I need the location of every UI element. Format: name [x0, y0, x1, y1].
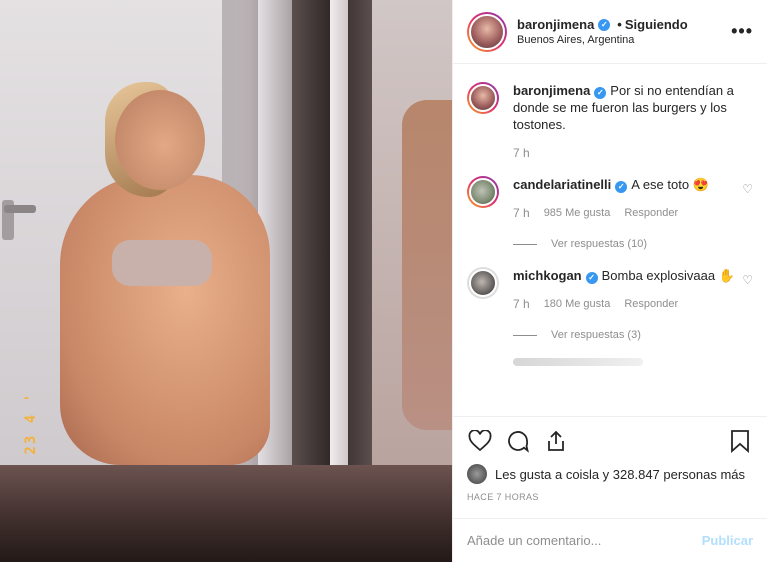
author-avatar[interactable]: [467, 11, 507, 52]
more-options-icon[interactable]: •••: [731, 21, 753, 42]
door-handle: [4, 205, 36, 213]
author-username[interactable]: baronjimena: [517, 17, 594, 32]
comment-input[interactable]: [467, 533, 702, 548]
view-replies-button[interactable]: Ver respuestas (10): [513, 236, 753, 253]
share-icon[interactable]: [543, 428, 569, 454]
post-location[interactable]: Buenos Aires, Argentina: [517, 34, 731, 46]
post-comment-button[interactable]: Publicar: [702, 533, 753, 548]
post-side-panel: baronjimena ✓ • Siguiendo Buenos Aires, …: [452, 0, 767, 562]
comment-like-heart-icon[interactable]: ♡: [742, 182, 753, 196]
liker-avatar: [467, 464, 487, 484]
comment-likes[interactable]: 985 Me gusta: [544, 205, 611, 222]
view-replies-label: Ver respuestas (3): [551, 329, 641, 341]
comment-time[interactable]: 7 h: [513, 205, 530, 222]
reply-button[interactable]: Responder: [624, 296, 678, 313]
comment-text: A ese toto 😍: [631, 177, 709, 192]
person-body: [60, 175, 270, 465]
caption-username[interactable]: baronjimena: [513, 83, 590, 98]
action-bar: [453, 416, 767, 464]
header-line: baronjimena ✓ • Siguiendo: [517, 17, 731, 32]
post-timestamp[interactable]: HACE 7 HORAS: [453, 484, 767, 502]
likes-summary[interactable]: Les gusta a coisla y 328.847 personas má…: [453, 464, 767, 484]
separator-dot: •: [617, 17, 622, 32]
comment-like-heart-icon[interactable]: ♡: [742, 273, 753, 287]
comment-item: candelariatinelli ✓ A ese toto 😍 7 h 985 M…: [467, 176, 753, 253]
mirror-edge: [330, 0, 348, 520]
reply-button[interactable]: Responder: [624, 205, 678, 222]
follow-status-button[interactable]: Siguiendo: [625, 17, 688, 32]
verified-icon: ✓: [594, 87, 607, 99]
view-replies-label: Ver respuestas (10): [551, 238, 647, 250]
photo-date-stamp: 23 4 ': [23, 392, 39, 455]
post-photo[interactable]: 23 4 ': [0, 0, 452, 562]
comments-list[interactable]: baronjimena ✓ Por si no entendían a donde …: [453, 64, 767, 416]
photo-floor: [0, 465, 452, 562]
bookmark-icon[interactable]: [727, 428, 753, 454]
partial-comment: [513, 358, 643, 366]
mirror-reflection: [402, 100, 452, 430]
comment-item: michkogan ✓ Bomba explosivaaa ✋ 7 h 180 Me…: [467, 267, 753, 344]
view-replies-button[interactable]: Ver respuestas (3): [513, 327, 753, 344]
like-heart-icon[interactable]: [467, 428, 493, 454]
comment-composer: Publicar: [453, 518, 767, 562]
comment-time[interactable]: 7 h: [513, 296, 530, 313]
likes-text: Les gusta a coisla y 328.847 personas má…: [495, 466, 746, 482]
verified-icon: ✓: [585, 272, 598, 284]
caption: baronjimena ✓ Por si no entendían a donde …: [467, 82, 753, 162]
commenter-avatar[interactable]: [467, 176, 499, 208]
header-text: baronjimena ✓ • Siguiendo Buenos Aires, …: [517, 17, 731, 46]
verified-icon: ✓: [598, 18, 611, 31]
comment-bubble-icon[interactable]: [505, 428, 531, 454]
comment-username[interactable]: michkogan: [513, 268, 582, 283]
verified-icon: ✓: [615, 181, 628, 193]
person-top: [112, 240, 212, 286]
person-head: [115, 90, 205, 190]
comment-username[interactable]: candelariatinelli: [513, 177, 611, 192]
comment-text: Bomba explosivaaa ✋: [601, 268, 735, 283]
caption-time[interactable]: 7 h: [513, 145, 530, 162]
caption-avatar[interactable]: [467, 82, 499, 114]
commenter-avatar[interactable]: [467, 267, 499, 299]
comment-likes[interactable]: 180 Me gusta: [544, 296, 611, 313]
post-header: baronjimena ✓ • Siguiendo Buenos Aires, …: [453, 0, 767, 64]
